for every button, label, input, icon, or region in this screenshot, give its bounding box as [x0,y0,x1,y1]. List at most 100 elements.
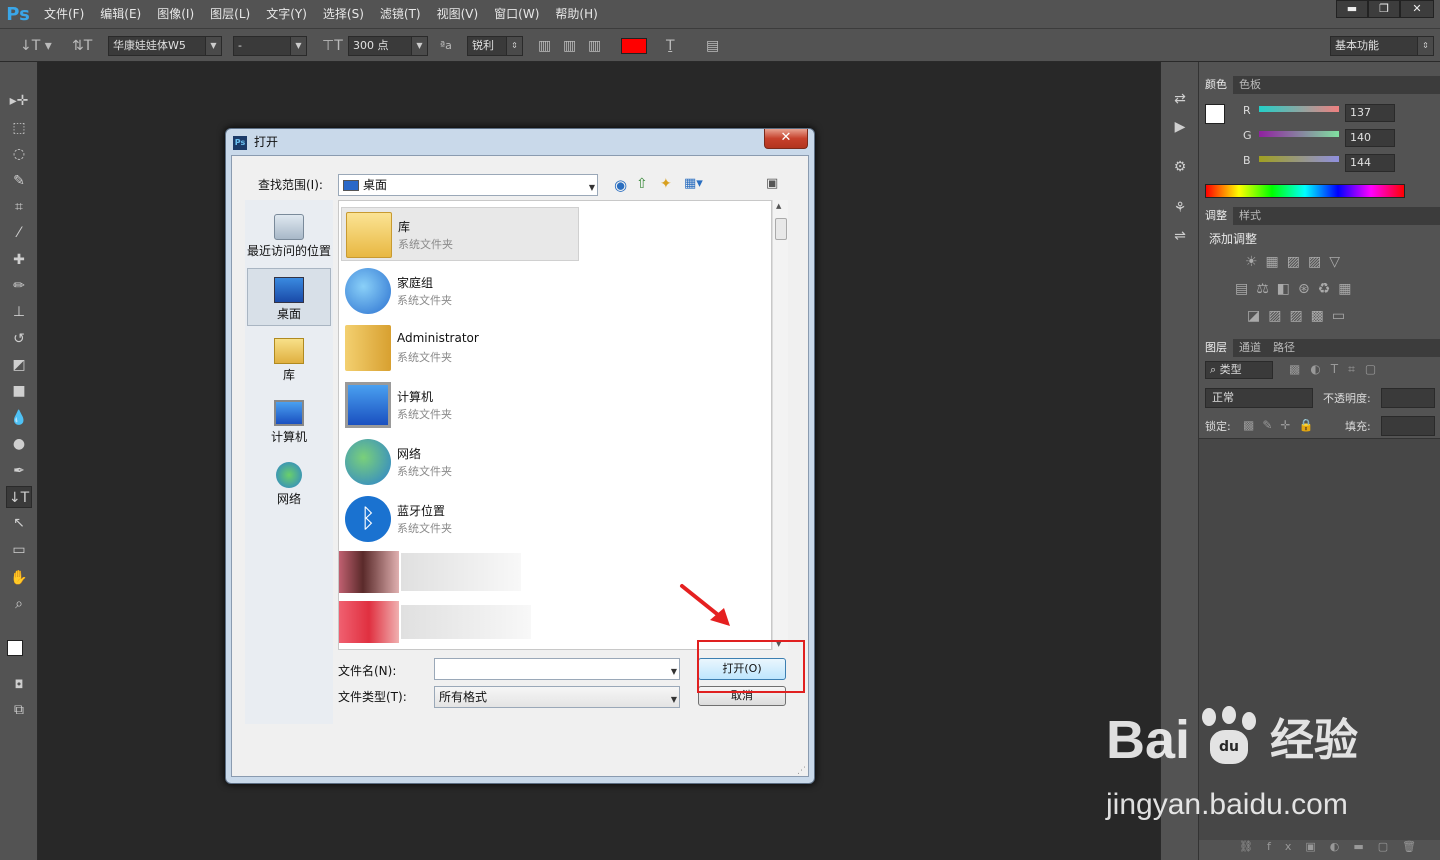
lasso-tool-icon[interactable]: ◌ [6,143,32,165]
place-library[interactable]: 库 [247,330,331,388]
quick-select-tool-icon[interactable]: ✎ [6,170,32,192]
orientation-toggle-icon[interactable]: ⇅T [72,38,92,54]
quick-mask-icon[interactable]: ◘ [6,674,32,696]
back-icon[interactable]: ◉ [614,176,627,194]
file-list-scrollbar[interactable]: ▲ ▼ [772,200,788,650]
menu-select[interactable]: 选择(S) [315,0,372,28]
filename-input[interactable]: ▼ [434,658,680,680]
list-item[interactable]: 网络 系统文件夹 [341,435,579,489]
crop-tool-icon[interactable]: ⌗ [6,196,32,218]
warp-text-icon[interactable]: Ṯ [666,38,675,54]
fill-field[interactable] [1381,416,1435,436]
font-style-select[interactable]: - ▼ [233,36,307,56]
resize-grip-icon[interactable]: ⋰ [797,766,806,776]
list-item[interactable]: 计算机 系统文件夹 [341,378,579,432]
b-value-field[interactable]: 144 [1345,154,1395,172]
r-slider[interactable] [1259,106,1339,112]
type-tool-preset-icon[interactable]: ↓T ▾ [20,38,52,54]
brush-tool-icon[interactable]: ✏ [6,275,32,297]
foreground-color-swatch[interactable] [1205,104,1225,124]
workspace-select[interactable]: 基本功能 ⇕ [1330,36,1434,56]
menu-help[interactable]: 帮助(H) [547,0,605,28]
move-tool-icon[interactable]: ▸✛ [6,90,32,112]
layer-filter-select[interactable]: ⌕ 类型 [1205,361,1273,379]
type-tool-icon[interactable]: ↓T [6,486,32,508]
eyedropper-tool-icon[interactable]: ⁄ [6,222,32,244]
opacity-field[interactable] [1381,388,1435,408]
foreground-color-swatch[interactable] [7,640,23,656]
align-right-icon[interactable]: ▥ [588,38,601,54]
actions-panel-icon[interactable]: ▶ [1167,116,1193,138]
text-color-swatch[interactable] [621,38,647,54]
rectangle-tool-icon[interactable]: ▭ [6,539,32,561]
tab-layers[interactable]: 图层 [1199,339,1233,357]
place-recent[interactable]: 最近访问的位置 [247,206,331,264]
marquee-tool-icon[interactable]: ⬚ [6,117,32,139]
restore-button[interactable]: ❐ [1368,0,1400,18]
history-panel-icon[interactable]: ⇄ [1167,88,1193,110]
clone-source-panel-icon[interactable]: ⇌ [1167,225,1193,247]
history-brush-tool-icon[interactable]: ↺ [6,328,32,350]
blur-tool-icon[interactable]: 💧 [6,407,32,429]
menu-window[interactable]: 窗口(W) [486,0,547,28]
healing-brush-tool-icon[interactable]: ✚ [6,249,32,271]
layers-footer-icons[interactable]: ⛓fx▣◐▬▢🗑 [1199,840,1440,860]
menu-view[interactable]: 视图(V) [429,0,487,28]
adjustment-icons-row-2[interactable]: ▤⚖◧⊛♻▦ [1235,281,1360,297]
up-folder-icon[interactable]: ⇧ [636,176,648,192]
tab-adjustments[interactable]: 调整 [1199,207,1233,225]
g-value-field[interactable]: 140 [1345,129,1395,147]
tab-color[interactable]: 颜色 [1199,76,1233,94]
blend-mode-select[interactable]: 正常 [1205,388,1313,408]
layer-filter-icons[interactable]: ▩◐T⌗▢ [1289,362,1386,377]
dodge-tool-icon[interactable]: ● [6,433,32,455]
scroll-up-icon[interactable]: ▲ [776,202,781,210]
place-desktop[interactable]: 桌面 [247,268,331,326]
tab-paths[interactable]: 路径 [1267,339,1301,357]
scroll-thumb[interactable] [775,218,787,240]
new-folder-icon[interactable]: ✦ [660,176,672,192]
tab-channels[interactable]: 通道 [1233,339,1267,357]
list-item[interactable]: ᛒ 蓝牙位置 系统文件夹 [341,492,579,546]
place-computer[interactable]: 计算机 [247,392,331,450]
blurred-file-thumbnail[interactable] [339,601,399,643]
menu-layer[interactable]: 图层(L) [202,0,258,28]
align-center-icon[interactable]: ▥ [563,38,576,54]
lock-icons[interactable]: ▩✎✛🔒 [1243,418,1321,432]
menu-type[interactable]: 文字(Y) [258,0,315,28]
screen-mode-icon[interactable]: ⧉ [6,699,32,721]
lookin-combo[interactable]: 桌面 ▼ [338,174,598,196]
view-menu-icon[interactable]: ▦▾ [684,176,703,191]
brush-panel-icon[interactable]: ⚘ [1167,197,1193,219]
menu-filter[interactable]: 滤镜(T) [372,0,429,28]
g-slider[interactable] [1259,131,1339,137]
character-panel-icon[interactable]: ▤ [706,38,719,54]
list-item[interactable]: 库 系统文件夹 [341,207,579,261]
dialog-close-button[interactable]: ✕ [764,129,808,149]
r-value-field[interactable]: 137 [1345,104,1395,122]
font-family-select[interactable]: 华康娃娃体W5 ▼ [108,36,222,56]
align-left-icon[interactable]: ▥ [538,38,551,54]
eraser-tool-icon[interactable]: ◩ [6,354,32,376]
zoom-tool-icon[interactable]: ⌕ [6,593,32,615]
properties-panel-icon[interactable]: ⚙ [1167,156,1193,178]
place-network[interactable]: 网络 [247,454,331,512]
tab-styles[interactable]: 样式 [1233,207,1267,225]
menu-edit[interactable]: 编辑(E) [92,0,149,28]
menu-file[interactable]: 文件(F) [36,0,92,28]
list-item[interactable]: Administrator 系统文件夹 [341,321,579,375]
blurred-file-thumbnail[interactable] [339,551,399,593]
tab-swatches[interactable]: 色板 [1233,76,1267,94]
list-item[interactable]: 家庭组 系统文件夹 [341,264,579,318]
filetype-select[interactable]: 所有格式 ▼ [434,686,680,708]
adjustment-icons-row-1[interactable]: ☀▦▨▨▽ [1245,254,1348,270]
font-size-select[interactable]: 300 点 ▼ [348,36,428,56]
gradient-tool-icon[interactable]: ■ [6,380,32,402]
color-spectrum-bar[interactable] [1205,184,1405,198]
minimize-button[interactable]: ▬ [1336,0,1368,18]
b-slider[interactable] [1259,156,1339,162]
stamp-tool-icon[interactable]: ⊥ [6,301,32,323]
pen-tool-icon[interactable]: ✒ [6,460,32,482]
antialias-select[interactable]: 锐利 ⇕ [467,36,523,56]
menu-image[interactable]: 图像(I) [149,0,202,28]
